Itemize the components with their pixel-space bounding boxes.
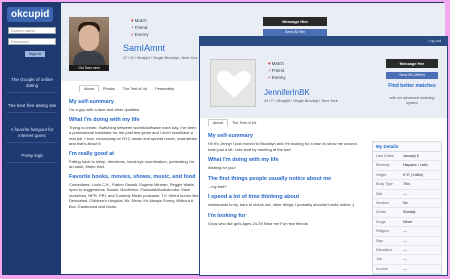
details-panel: My Details Last Online January 6 Ethnicit…: [372, 141, 442, 275]
better-matches-subtext: with our advanced matching system: [389, 96, 435, 105]
profile-header: ♥Match +Friend ×Enemy JenniferInBK 24 / …: [200, 46, 447, 118]
details-row: Height 5' 6" (1.68m): [373, 171, 441, 181]
details-row: Last Online January 6: [373, 152, 441, 162]
tab-about[interactable]: About: [208, 119, 228, 126]
photo-shirt: [73, 51, 105, 65]
x-icon: ×: [268, 75, 271, 80]
essay-heading: Favorite books, movies, shows, music, an…: [69, 173, 196, 180]
details-row: Education —: [373, 246, 441, 256]
tab-test-of-us[interactable]: The Test of Us: [119, 86, 151, 92]
username: JenniferInBK: [264, 88, 310, 97]
okcupid-logo[interactable]: okcupid: [7, 7, 54, 22]
essay-heading: My self-summary: [69, 99, 114, 105]
tab-test-of-us[interactable]: The Test of Us: [228, 120, 260, 126]
x-icon: ×: [131, 32, 134, 37]
essay-heading: I'm really good at: [69, 150, 115, 157]
friend-option[interactable]: +Friend: [131, 24, 149, 31]
details-title: My Details: [373, 142, 441, 152]
essay-text: restaurants to try, bars to check out, o…: [208, 202, 355, 207]
details-row: Income —: [373, 265, 441, 275]
essay-text: Trying to create. Switching between worl…: [69, 124, 197, 147]
essay-heading: What I'm doing with my life: [208, 157, 279, 163]
enemy-option[interactable]: ×Enemy: [268, 74, 286, 81]
essay-text: Falling back to sleep, directions, hand-…: [69, 158, 195, 170]
relationship-actions: ♥Match +Friend ×Enemy: [131, 17, 149, 38]
details-row: Drugs Never: [373, 218, 441, 228]
essay-text: Waiting for you!: [208, 165, 236, 170]
message-button[interactable]: Message Him: [263, 17, 327, 26]
heart-placeholder-icon: [217, 71, 251, 98]
profile-photo-placeholder[interactable]: [210, 59, 256, 107]
details-row: Body Type Thin: [373, 180, 441, 190]
sign-in-button[interactable]: Sign in: [25, 51, 45, 57]
details-row: Job —: [373, 255, 441, 265]
relationship-actions: ♥Match +Friend ×Enemy: [268, 60, 286, 81]
essay-heading: What I'm doing with my life: [69, 116, 140, 123]
essay-text: I'm a guy with a face and other qualitie…: [69, 107, 141, 112]
essay-heading: I'm looking for: [208, 212, 246, 219]
essay-heading: I spend a lot of time thinking about: [208, 194, 300, 200]
match-option[interactable]: ♥Match: [268, 60, 286, 67]
tab-photos[interactable]: Photos: [99, 86, 119, 92]
user-stats: 24 / F / Straight / Single Brooklyn, New…: [264, 99, 338, 103]
send-im-button[interactable]: Send IM Him: [263, 29, 327, 36]
friend-option[interactable]: +Friend: [268, 67, 286, 74]
heart-icon: ♥: [131, 18, 134, 23]
profile-photo[interactable]: [69, 17, 109, 65]
essay-text: Comedians: Louis C.K., Patton Oswalt, Eu…: [69, 181, 199, 209]
details-row: Smokes No: [373, 199, 441, 209]
details-row: Religion —: [373, 227, 441, 237]
sidebar-ad-link-3[interactable]: A favorite hangout for internet goers: [7, 127, 57, 143]
sidebar-ad-link-1[interactable]: The Google of online dating: [7, 77, 57, 93]
essay-text: ...my butt?: [208, 183, 227, 189]
essay-text: Guys who like girls Ages 24-39 Near me F…: [208, 220, 308, 226]
logout-link[interactable]: Log out: [428, 38, 441, 45]
sidebar: okcupid Screen name Password Sign in The…: [3, 3, 61, 274]
message-button[interactable]: Message Her: [386, 59, 438, 68]
tab-about[interactable]: About: [79, 85, 99, 92]
front-profile-window: Log out ♥Match +Friend ×Enemy JenniferIn…: [199, 36, 448, 276]
photo-caption: Old Sam here: [69, 65, 109, 71]
top-bar: Log out: [200, 37, 447, 46]
details-row: Sign —: [373, 237, 441, 247]
profile-essays: My self-summary I'm a guy with a face an…: [69, 95, 199, 209]
profile-tabs: About The Test of Us: [208, 119, 260, 126]
tab-personality[interactable]: Personality: [151, 86, 178, 92]
password-input[interactable]: Password: [8, 38, 56, 45]
photo-face: [79, 25, 99, 51]
match-option[interactable]: ♥Match: [131, 17, 149, 24]
sidebar-ad-link-2[interactable]: The best free dating site: [7, 103, 57, 113]
details-row: Drinks Socially: [373, 208, 441, 218]
send-im-button[interactable]: Send IM (offline): [386, 72, 438, 79]
heart-icon: ♥: [268, 61, 271, 66]
details-row: Diet —: [373, 190, 441, 200]
plus-icon: +: [131, 25, 134, 30]
details-row: Ethnicity Hispanic / Latin: [373, 161, 441, 171]
screen-name-input[interactable]: Screen name: [8, 27, 56, 34]
profile-tabs: About Photos The Test of Us Personality: [79, 85, 178, 92]
sidebar-ad-link-4[interactable]: Pretty legit: [7, 153, 57, 163]
essay-text: Hi! It's Jenny! I just moved to Brooklyn…: [208, 141, 357, 152]
profile-essays: My self-summary Hi! It's Jenny! I just m…: [208, 128, 366, 226]
plus-icon: +: [268, 68, 271, 73]
enemy-option[interactable]: ×Enemy: [131, 31, 149, 38]
essay-heading: My self-summary: [208, 133, 253, 139]
essay-heading: The first things people usually notice a…: [208, 175, 332, 182]
better-matches-link[interactable]: Find better matches: [386, 83, 438, 89]
username: SamIAmnt: [123, 43, 166, 53]
